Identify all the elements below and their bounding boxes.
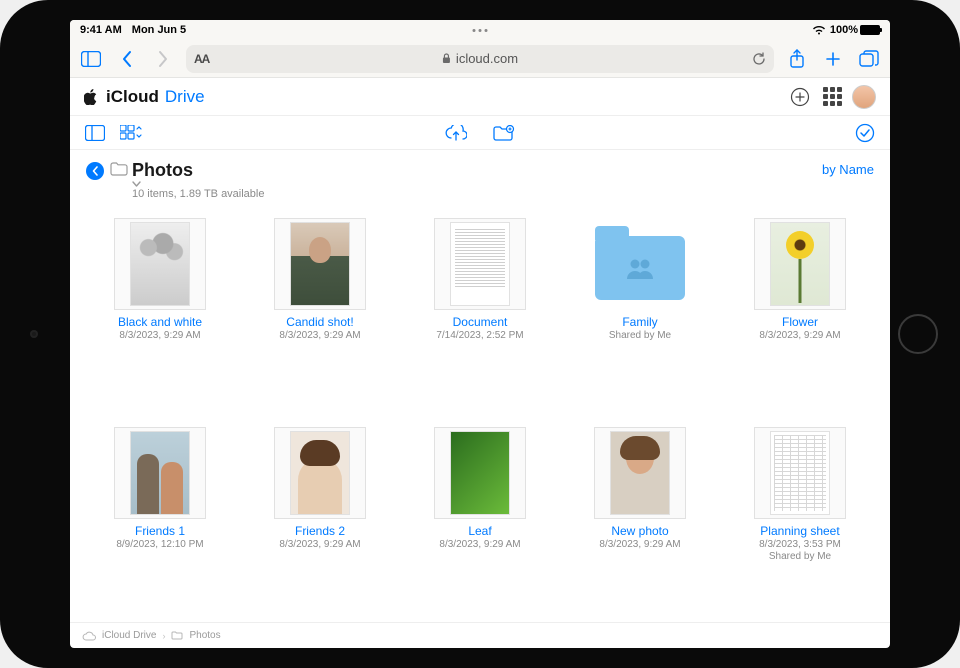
file-name: Family <box>622 315 657 329</box>
file-name: Friends 1 <box>135 524 185 538</box>
file-item[interactable]: Leaf 8/3/2023, 9:29 AM <box>400 427 560 622</box>
file-name: Flower <box>782 315 818 329</box>
file-name: New photo <box>611 524 668 538</box>
file-thumbnail <box>754 218 846 310</box>
select-button[interactable] <box>854 122 876 144</box>
url-text: icloud.com <box>456 51 518 66</box>
files-grid: Black and white 8/3/2023, 9:29 AM Candid… <box>70 204 890 622</box>
drive-toolbar <box>70 116 890 150</box>
forward-button <box>150 46 176 72</box>
file-item[interactable]: Black and white 8/3/2023, 9:29 AM <box>80 218 240 401</box>
folder-heading: Photos 10 items, 1.89 TB available by Na… <box>70 150 890 204</box>
file-meta-secondary: Shared by Me <box>769 551 831 562</box>
sidebar-toggle-button[interactable] <box>78 46 104 72</box>
file-thumbnail <box>434 427 526 519</box>
home-button[interactable] <box>898 314 938 354</box>
file-thumbnail <box>274 218 366 310</box>
browser-toolbar: AA icloud.com <box>70 40 890 78</box>
file-thumbnail <box>594 427 686 519</box>
lock-icon <box>442 53 451 64</box>
file-meta: 8/9/2023, 12:10 PM <box>116 539 203 550</box>
app-header: iCloud Drive <box>70 78 890 116</box>
breadcrumb-current: Photos <box>189 630 220 641</box>
folder-title[interactable]: Photos <box>132 160 193 180</box>
folder-small-icon <box>171 631 183 640</box>
text-size-button[interactable]: AA <box>194 52 209 66</box>
create-button[interactable] <box>788 85 812 109</box>
apple-logo-icon <box>84 89 98 105</box>
file-meta: Shared by Me <box>609 330 671 341</box>
chevron-right-icon: › <box>162 631 165 641</box>
device-camera <box>30 330 38 338</box>
shared-folder-icon <box>595 236 685 300</box>
app-launcher-button[interactable] <box>820 85 844 109</box>
back-button[interactable] <box>114 46 140 72</box>
status-date: Mon Jun 5 <box>132 24 186 36</box>
file-thumbnail <box>114 427 206 519</box>
file-meta: 8/3/2023, 9:29 AM <box>279 330 360 341</box>
file-name: Friends 2 <box>295 524 345 538</box>
status-bar: 9:41 AM Mon Jun 5 100% <box>70 20 890 40</box>
file-name: Leaf <box>468 524 491 538</box>
drive-sidebar-button[interactable] <box>84 122 106 144</box>
brand-icloud[interactable]: iCloud <box>106 87 159 107</box>
folder-icon <box>110 162 128 176</box>
file-thumbnail <box>754 427 846 519</box>
new-folder-button[interactable] <box>493 122 515 144</box>
cloud-icon <box>82 631 96 641</box>
file-item[interactable]: Family Shared by Me <box>560 218 720 401</box>
file-meta: 8/3/2023, 9:29 AM <box>599 539 680 550</box>
battery-icon <box>860 25 880 35</box>
file-name: Candid shot! <box>286 315 353 329</box>
new-tab-button[interactable] <box>820 46 846 72</box>
breadcrumb: iCloud Drive › Photos <box>70 622 890 648</box>
file-item[interactable]: Planning sheet 8/3/2023, 3:53 PM Shared … <box>720 427 880 622</box>
file-meta: 7/14/2023, 2:52 PM <box>436 330 523 341</box>
file-meta: 8/3/2023, 9:29 AM <box>439 539 520 550</box>
tabs-button[interactable] <box>856 46 882 72</box>
breadcrumb-root[interactable]: iCloud Drive <box>102 630 156 641</box>
wifi-icon <box>812 25 826 35</box>
account-avatar[interactable] <box>852 85 876 109</box>
brand-drive[interactable]: Drive <box>165 87 205 107</box>
file-item[interactable]: Flower 8/3/2023, 9:29 AM <box>720 218 880 401</box>
file-name: Document <box>453 315 508 329</box>
status-time: 9:41 AM <box>80 24 122 36</box>
sort-button[interactable]: by Name <box>822 160 874 177</box>
file-thumbnail <box>434 218 526 310</box>
file-item[interactable]: Document 7/14/2023, 2:52 PM <box>400 218 560 401</box>
file-name: Black and white <box>118 315 202 329</box>
file-item[interactable]: Friends 2 8/3/2023, 9:29 AM <box>240 427 400 622</box>
file-meta: 8/3/2023, 9:29 AM <box>119 330 200 341</box>
file-item[interactable]: Friends 1 8/9/2023, 12:10 PM <box>80 427 240 622</box>
file-thumbnail <box>594 218 686 310</box>
file-meta: 8/3/2023, 9:29 AM <box>279 539 360 550</box>
file-thumbnail <box>274 427 366 519</box>
chevron-down-icon[interactable] <box>132 181 264 187</box>
file-meta: 8/3/2023, 3:53 PM <box>759 539 841 550</box>
share-button[interactable] <box>784 46 810 72</box>
file-meta: 8/3/2023, 9:29 AM <box>759 330 840 341</box>
refresh-button[interactable] <box>752 52 766 66</box>
address-bar[interactable]: AA icloud.com <box>186 45 774 73</box>
multitask-dots[interactable] <box>473 29 488 32</box>
battery-pct: 100% <box>830 24 858 36</box>
file-item[interactable]: Candid shot! 8/3/2023, 9:29 AM <box>240 218 400 401</box>
view-options-button[interactable] <box>120 122 142 144</box>
folder-subtitle: 10 items, 1.89 TB available <box>132 188 264 200</box>
file-name: Planning sheet <box>760 524 839 538</box>
folder-back-button[interactable] <box>86 162 104 180</box>
file-thumbnail <box>114 218 206 310</box>
upload-button[interactable] <box>445 122 467 144</box>
file-item[interactable]: New photo 8/3/2023, 9:29 AM <box>560 427 720 622</box>
